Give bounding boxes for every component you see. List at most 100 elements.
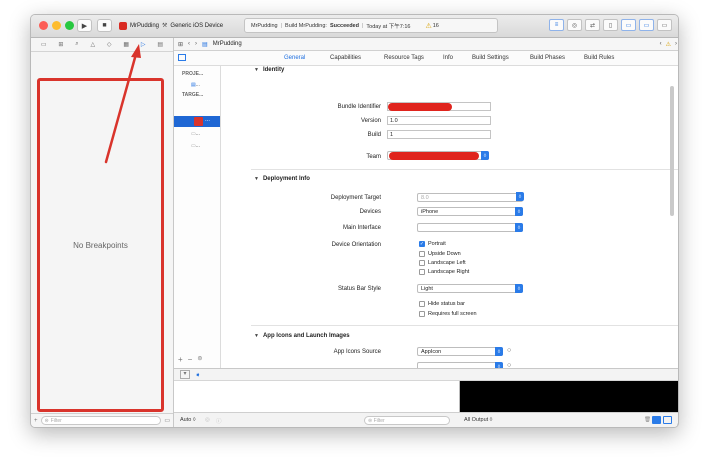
hierarchy-icon[interactable]: ⊞ (58, 41, 63, 48)
project-target-toggle-icon[interactable] (178, 54, 186, 61)
app-icons-section-header[interactable]: ▼ App Icons and Launch Images (254, 333, 350, 339)
empty-message: No Breakpoints (73, 240, 128, 250)
status-time: Today at 下午7:16 (366, 23, 411, 30)
deployment-section-title: Deployment Info (262, 176, 310, 182)
status-bar-style-label: Status Bar Style (337, 286, 381, 292)
requires-full-screen-checkbox[interactable]: Requires full screen (419, 311, 477, 317)
target-item[interactable]: ▭ ... (191, 129, 213, 138)
utilities-toggle-icon[interactable]: ▭ (657, 19, 672, 31)
close-window-button[interactable] (39, 21, 48, 30)
selected-target[interactable]: ... (174, 116, 220, 127)
split-left-icon[interactable] (652, 416, 661, 424)
forward-icon[interactable]: › (195, 41, 197, 47)
device-name: Generic iOS Device (170, 22, 224, 29)
devices-popup[interactable]: iPhone ◊ (417, 207, 523, 216)
bundle-identifier-label: Bundle Identifier (337, 104, 381, 110)
tab-build-settings[interactable]: Build Settings (472, 55, 509, 61)
deployment-target-combo[interactable]: 8.0 (417, 193, 523, 202)
debug-footer: Auto ◊ ◎ ⓘ ⊜ Filter All Output ◊ 🗑 (174, 412, 678, 427)
issue-nav: ‹ ⚠ › (660, 41, 677, 48)
search-icon[interactable]: ⌕ (75, 41, 78, 48)
device-orientation-label: Device Orientation (331, 242, 381, 248)
breakpoint-icon[interactable]: ▷ (141, 41, 146, 48)
split-right-icon[interactable] (663, 416, 672, 424)
tab-resource-tags[interactable]: Resource Tags (384, 55, 424, 61)
checkbox-box (419, 269, 425, 275)
tab-info[interactable]: Info (443, 55, 453, 61)
tab-build-phases[interactable]: Build Phases (530, 55, 565, 61)
warning-icon[interactable]: ⚠ (666, 41, 671, 48)
play-icon: ▶ (81, 22, 88, 30)
deployment-section-header[interactable]: ▼ Deployment Info (254, 176, 310, 182)
app-icons-source-value: AppIcon (421, 349, 442, 355)
version-editor-icon[interactable]: ⇄ (585, 19, 600, 31)
info-icon[interactable]: ⓘ (216, 417, 222, 425)
orientation-portrait-checkbox[interactable]: ✓ Portrait (419, 241, 446, 247)
project-item[interactable]: ▤ ... (191, 80, 213, 89)
debug-icon[interactable]: ▦ (123, 41, 129, 48)
debug-toggle-icon[interactable]: ▭ (639, 19, 654, 31)
next-issue-icon[interactable]: › (675, 41, 677, 48)
report-icon[interactable]: ▤ (157, 41, 163, 48)
main-interface-label: Main Interface (342, 225, 381, 231)
status-bar-style-popup[interactable]: Light ◊ (417, 284, 523, 293)
test-icon[interactable]: ◇ (107, 41, 112, 48)
standard-editor-icon[interactable]: ≡ (549, 19, 564, 31)
add-target-icon[interactable]: + (178, 355, 183, 364)
redaction-mark (388, 103, 452, 111)
go-to-asset-icon[interactable]: ○ (507, 347, 511, 354)
stop-button[interactable]: ■ (97, 19, 112, 32)
filter-options-icon[interactable]: ▭ (164, 417, 170, 424)
folder-icon[interactable]: ▭ (41, 41, 47, 48)
scheme-selector[interactable]: MrPudding ⚒ Generic iOS Device (119, 19, 223, 32)
status-build-result: Succeeded (329, 22, 359, 29)
breadcrumb[interactable]: MrPudding (213, 41, 242, 47)
popup-arrows-icon: ◊ (515, 284, 523, 293)
prev-issue-icon[interactable]: ‹ (660, 41, 662, 48)
build-field[interactable]: 1 (387, 130, 491, 139)
settings-scrollbar[interactable] (670, 86, 674, 216)
back-icon[interactable]: ‹ (188, 41, 190, 47)
breakpoints-toggle-icon[interactable]: ➧ (195, 371, 201, 379)
trash-icon[interactable]: 🗑 (644, 417, 651, 423)
orientation-label: Landscape Right (428, 269, 470, 275)
warning-count: 16 (432, 22, 439, 29)
identity-section-header[interactable]: ▼ Identity (254, 67, 284, 73)
disclosure-triangle-icon: ▼ (254, 176, 259, 182)
hide-debug-area-icon[interactable]: ▾ (180, 370, 190, 379)
auto-scope-popup[interactable]: Auto ◊ (180, 417, 196, 423)
deployment-target-arrow[interactable]: ◊ (514, 192, 524, 202)
version-field[interactable]: 1.0 (387, 116, 491, 125)
quick-look-icon[interactable]: ◎ (205, 417, 210, 423)
zoom-window-button[interactable] (65, 21, 74, 30)
minimize-window-button[interactable] (52, 21, 61, 30)
target-item[interactable]: ▭ ... (191, 141, 213, 150)
related-items-icon[interactable]: ⊞ (178, 41, 183, 48)
navigator-filter-input[interactable]: ⊜ Filter (40, 416, 162, 425)
stop-icon: ■ (102, 22, 107, 29)
remove-target-icon[interactable]: − (188, 355, 193, 364)
project-file-icon: ▤ (202, 41, 208, 48)
tab-capabilities[interactable]: Capabilities (330, 55, 361, 61)
tab-build-rules[interactable]: Build Rules (584, 55, 614, 61)
orientation-landscape-left-checkbox[interactable]: Landscape Left (419, 260, 466, 266)
orientation-upside-down-checkbox[interactable]: Upside Down (419, 251, 461, 257)
assistant-editor-icon[interactable]: ◎ (567, 19, 582, 31)
run-button[interactable]: ▶ (77, 19, 92, 32)
tab-general[interactable]: General (284, 55, 305, 61)
app-icons-source-popup[interactable]: AppIcon ◊ (417, 347, 503, 356)
add-icon[interactable]: + (34, 418, 38, 424)
hide-status-bar-checkbox[interactable]: Hide status bar (419, 301, 465, 307)
library-icon[interactable]: ▯ (603, 19, 618, 31)
output-selector-popup[interactable]: All Output ◊ (464, 417, 492, 423)
main-interface-combo[interactable]: ◊ (417, 223, 523, 232)
status-separator: | (361, 22, 364, 29)
navigator-tabs: ▭ ⊞ ⌕ △ ◇ ▦ ▷ ▤ (31, 38, 173, 52)
warning-badge[interactable]: ⚠ 16 (425, 22, 438, 30)
orientation-landscape-right-checkbox[interactable]: Landscape Right (419, 269, 469, 275)
filter-icon[interactable]: ⊜ (197, 355, 202, 364)
navigator-toggle-icon[interactable]: ▭ (621, 19, 636, 31)
variables-filter-input[interactable]: ⊜ Filter (364, 416, 450, 425)
warning-icon[interactable]: △ (90, 41, 95, 48)
selected-target-label: ... (205, 117, 211, 123)
